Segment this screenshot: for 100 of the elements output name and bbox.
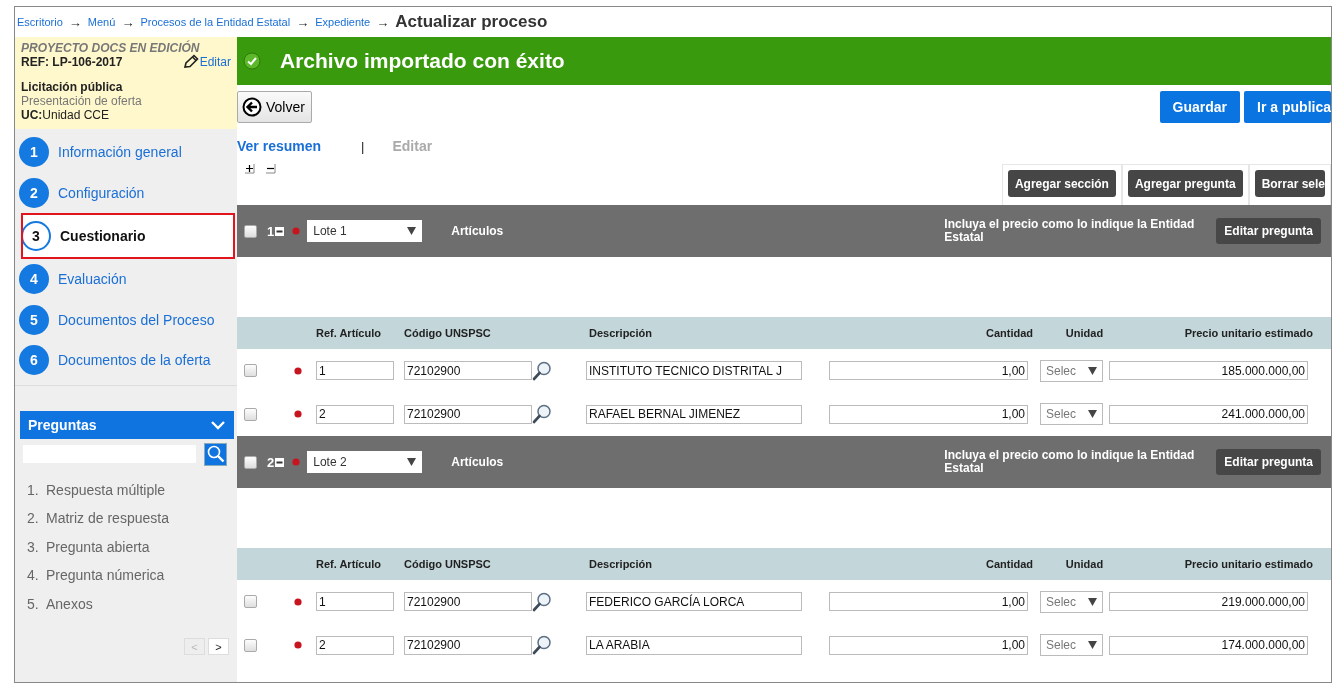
code-field[interactable]: 72102900 [404,361,532,381]
search-button[interactable] [204,442,227,466]
question-type-item[interactable]: 5. Anexos [27,589,237,618]
section-number: 2 [267,454,275,470]
breadcrumb-link[interactable]: Expediente [315,16,371,28]
price-field[interactable]: 185.000.000,00 [1109,361,1308,381]
section-type: Artículos [451,455,504,469]
dropdown-arrow-icon [1088,410,1097,419]
column-header: Unidad [1064,327,1105,339]
process-type: Licitación pública [21,80,124,94]
collapse-icon [275,226,285,236]
section-instruction: Incluya el precio como lo indique la Entidad Estatal [944,218,1196,244]
step-item[interactable]: 6 Documentos de la oferta [15,340,237,381]
step-item[interactable]: 5 Documentos del Proceso [15,299,237,340]
quantity-field[interactable]: 1,00 [829,592,1028,612]
breadcrumb-arrow: → [376,14,390,30]
required-dot-icon [292,227,301,235]
step-number: 6 [19,345,49,376]
breadcrumb-arrow: → [68,14,82,30]
edit-link[interactable]: Editar [181,54,231,70]
check-circle-icon [243,52,261,70]
ref-field[interactable]: 1 [316,592,394,612]
checkbox[interactable] [244,595,257,609]
checkbox[interactable] [244,638,257,652]
code-field[interactable]: 72102900 [404,635,532,655]
unit-dropdown[interactable]: Selec [1040,403,1103,426]
step-number: 1 [19,137,49,168]
price-field[interactable]: 174.000.000,00 [1109,635,1308,655]
ref-field[interactable]: 1 [316,361,394,381]
magnifier-icon [532,591,552,612]
column-header: Ref. Artículo [316,558,382,570]
ref-field[interactable]: 2 [316,404,394,424]
step-item[interactable]: 3 Cuestionario [21,213,235,259]
quantity-field[interactable]: 1,00 [829,361,1028,381]
quantity-field[interactable]: 1,00 [829,635,1028,655]
questions-header[interactable]: Preguntas [20,410,234,439]
toolbar-button[interactable]: Agregar pregunta [1127,170,1243,197]
column-header: Unidad [1064,558,1105,570]
column-header: Código UNSPSC [404,558,492,570]
collapse-all-icon [265,163,276,174]
unit-dropdown[interactable]: Selec [1040,359,1103,382]
back-button[interactable]: Volver [237,91,312,123]
section-type: Artículos [451,224,504,238]
dropdown-arrow-icon [1088,597,1097,606]
question-type-item[interactable]: 3. Pregunta abierta [27,532,237,561]
breadcrumb-link[interactable]: Escritorio [17,16,63,28]
unit-dropdown[interactable]: Selec [1040,590,1103,613]
process-phase: Presentación de oferta [21,94,143,108]
magnifier-icon [532,360,552,381]
ref-field[interactable]: 2 [316,635,394,655]
step-item[interactable]: 4 Evaluación [15,259,237,300]
price-field[interactable]: 219.000.000,00 [1109,592,1308,612]
view-tab[interactable]: Ver resumen [237,138,322,154]
checkbox[interactable] [244,364,257,378]
edit-question-button[interactable]: Editar pregunta [1216,449,1321,475]
description-field[interactable]: INSTITUTO TECNICO DISTRITAL J [586,361,802,381]
checkbox[interactable] [244,407,257,421]
description-field[interactable]: FEDERICO GARCÍA LORCA [586,592,802,612]
quantity-field[interactable]: 1,00 [829,404,1028,424]
process-unit: UC:Unidad CCE [21,108,111,122]
dropdown-arrow-icon [407,458,417,466]
question-type-item[interactable]: 1. Respuesta múltiple [27,475,237,504]
lot-dropdown[interactable]: Lote 1 [307,220,423,242]
breadcrumb-link[interactable]: Procesos de la Entidad Estatal [140,16,291,28]
pencil-icon [181,54,200,70]
toolbar-button[interactable]: Agregar sección [1007,170,1116,197]
pager-button[interactable]: > [208,638,229,655]
column-header: Precio unitario estimado [1183,327,1313,339]
dropdown-arrow-icon [1088,366,1097,375]
step-item[interactable]: 2 Configuración [15,172,237,213]
column-header: Precio unitario estimado [1183,558,1313,570]
column-header: Ref. Artículo [316,327,382,339]
price-field[interactable]: 241.000.000,00 [1109,404,1308,424]
code-field[interactable]: 72102900 [404,404,532,424]
success-banner: Archivo importado con éxito [237,37,1331,85]
page-title: Actualizar proceso [395,12,548,32]
lot-dropdown[interactable]: Lote 2 [307,451,423,473]
required-dot-icon [292,458,301,466]
step-item[interactable]: 1 Información general [15,132,237,173]
checkbox[interactable] [244,224,257,238]
description-field[interactable]: RAFAEL BERNAL JIMENEZ [586,404,802,424]
dropdown-arrow-icon [1088,641,1097,650]
dropdown-arrow-icon [407,227,417,235]
breadcrumb-link[interactable]: Menú [87,16,116,28]
checkbox[interactable] [244,455,257,469]
publish-button[interactable]: Ir a publica [1244,91,1331,123]
save-button[interactable]: Guardar [1159,91,1241,123]
search-icon [206,445,225,463]
column-header: Código UNSPSC [404,327,492,339]
question-type-item[interactable]: 2. Matriz de respuesta [27,504,237,533]
collapse-icon [275,457,285,467]
project-status: PROYECTO DOCS EN EDICIÓN [21,41,201,55]
edit-question-button[interactable]: Editar pregunta [1216,218,1321,244]
unit-dropdown[interactable]: Selec [1040,634,1103,657]
code-field[interactable]: 72102900 [404,592,532,612]
question-type-item[interactable]: 4. Pregunta númerica [27,561,237,590]
toolbar-button[interactable]: Borrar sele [1254,170,1325,197]
description-field[interactable]: LA ARABIA [586,635,802,655]
column-header: Descripción [588,558,653,570]
project-ref: REF: LP-106-2017 [21,55,123,69]
